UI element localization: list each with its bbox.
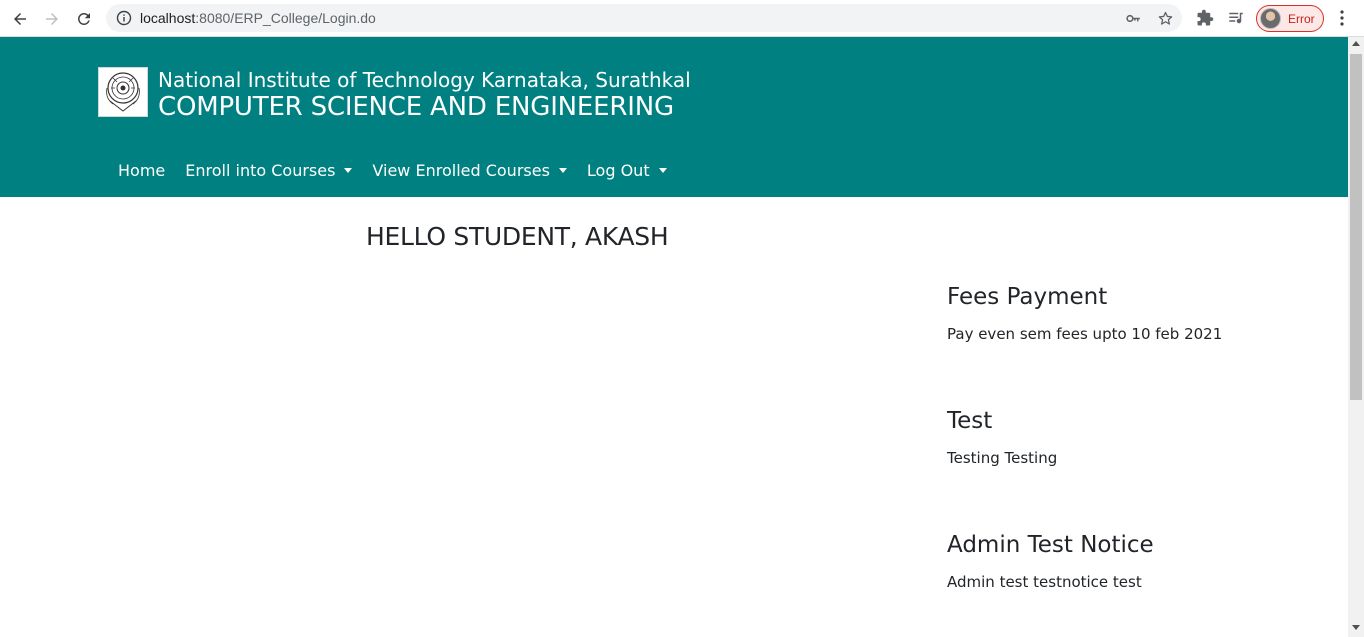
notice-item: Test Testing Testing <box>947 406 1337 530</box>
back-arrow-icon[interactable] <box>8 7 32 31</box>
institute-logo <box>98 67 148 117</box>
site-header: National Institute of Technology Karnata… <box>0 37 1348 197</box>
institute-name: National Institute of Technology Karnata… <box>158 68 691 92</box>
url-path: :8080/ERP_College/Login.do <box>195 10 376 26</box>
url-host: localhost <box>140 10 196 26</box>
vertical-scrollbar[interactable] <box>1348 37 1364 637</box>
department-name: COMPUTER SCIENCE AND ENGINEERING <box>158 92 674 122</box>
notice-board: Fees Payment Pay even sem fees upto 10 f… <box>947 282 1337 637</box>
dropdown-caret-icon <box>558 167 567 173</box>
notice-item: Admin Test Notice Admin test testnotice … <box>947 530 1337 637</box>
notice-item: Fees Payment Pay even sem fees upto 10 f… <box>947 282 1337 406</box>
notice-body: Pay even sem fees upto 10 feb 2021 <box>947 325 1223 343</box>
dropdown-caret-icon <box>658 167 667 173</box>
nav-enroll-courses-dropdown[interactable]: Enroll into Courses <box>175 161 362 180</box>
notice-body: Admin test testnotice test <box>947 573 1142 591</box>
key-icon[interactable] <box>1124 9 1142 27</box>
nav-logout-label: Log Out <box>586 160 650 180</box>
nav-home-label: Home <box>118 160 166 180</box>
forward-arrow-icon[interactable] <box>40 7 64 31</box>
nav-view-enrolled-label: View Enrolled Courses <box>372 160 550 180</box>
kebab-menu-icon[interactable] <box>1334 8 1350 28</box>
url-text: localhost:8080/ERP_College/Login.do <box>140 10 376 26</box>
profile-status: Error <box>1288 11 1315 26</box>
reload-icon[interactable] <box>72 7 96 31</box>
notice-title: Admin Test Notice <box>947 532 1154 558</box>
nav-view-enrolled-dropdown[interactable]: View Enrolled Courses <box>362 161 577 180</box>
nav-home[interactable]: Home <box>108 161 175 180</box>
nav-logout-dropdown[interactable]: Log Out <box>577 161 677 180</box>
main-navbar: Home Enroll into Courses View Enrolled C… <box>108 157 677 183</box>
puzzle-icon[interactable] <box>1195 8 1215 28</box>
notice-title: Test <box>947 408 993 434</box>
notice-body: Testing Testing <box>947 449 1058 467</box>
avatar <box>1260 8 1281 29</box>
browser-toolbar: localhost:8080/ERP_College/Login.do Erro… <box>0 0 1364 37</box>
playlist-icon[interactable] <box>1226 8 1246 28</box>
profile-button[interactable]: Error <box>1256 5 1324 32</box>
star-icon[interactable] <box>1156 9 1174 27</box>
scrollbar-thumb[interactable] <box>1350 54 1362 400</box>
nav-enroll-label: Enroll into Courses <box>185 160 336 180</box>
dropdown-caret-icon <box>344 167 353 173</box>
greeting-heading: HELLO STUDENT, AKASH <box>366 222 669 251</box>
scroll-up-arrow-icon[interactable] <box>1352 41 1360 46</box>
address-bar[interactable]: localhost:8080/ERP_College/Login.do <box>106 4 1182 32</box>
info-icon[interactable] <box>116 10 132 26</box>
notice-title: Fees Payment <box>947 284 1108 310</box>
scroll-down-arrow-icon[interactable] <box>1352 625 1360 630</box>
